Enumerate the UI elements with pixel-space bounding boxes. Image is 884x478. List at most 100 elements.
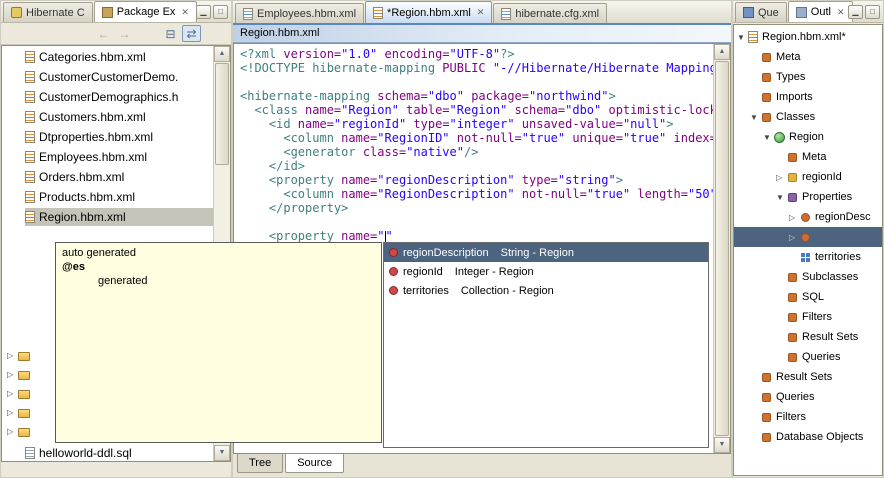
back-icon[interactable]: ← [94,25,113,42]
outline-item-region-hbm-xml[interactable]: ▼Region.hbm.xml* [734,27,882,47]
code-token: "Region" [341,103,399,117]
outline-label: Meta [802,151,826,163]
completion-item-regiondescription[interactable]: regionDescriptionString - Region [384,243,708,262]
tab-employees-hbm-xml[interactable]: Employees.hbm.xml [235,3,364,23]
outline-item-meta[interactable]: Meta [734,47,882,67]
close-icon[interactable]: ✕ [837,7,845,18]
twistie-icon[interactable]: ▷ [7,370,18,379]
folder-icon [18,409,30,418]
twistie-icon[interactable]: ▷ [7,351,18,360]
tab-label: Hibernate C [26,7,85,19]
scroll-up-button[interactable]: ▲ [214,46,230,62]
file-row-content: CustomerDemographics.h [25,88,213,106]
link-with-editor-icon[interactable]: ⇄ [182,25,201,42]
file-item-customerdemographics-h[interactable]: CustomerDemographics.h [2,87,213,107]
twistie-icon[interactable]: ▼ [737,33,748,42]
file-item-products-hbm-xml[interactable]: Products.hbm.xml [2,187,213,207]
tab-outl[interactable]: Outl✕ [788,1,853,22]
outline-label: Filters [802,311,832,323]
code-token: "true" [587,187,630,201]
twistie-icon[interactable]: ▷ [7,408,18,417]
outline-item-result-sets[interactable]: Result Sets [734,367,882,387]
file-item-categories-hbm-xml[interactable]: Categories.hbm.xml [2,47,213,67]
tab-que[interactable]: Que [735,2,787,22]
forward-icon[interactable]: → [115,25,134,42]
file-item-orders-hbm-xml[interactable]: Orders.hbm.xml [2,167,213,187]
code-line: <hibernate-mapping schema="dbo" package=… [240,89,713,103]
outline-item-queries[interactable]: Queries [734,347,882,367]
completion-item-regionid[interactable]: regionIdInteger - Region [384,262,708,281]
scroll-thumb[interactable] [215,63,229,165]
tab-hibernate-cfg-xml[interactable]: hibernate.cfg.xml [493,3,607,23]
twistie-icon[interactable]: ▼ [750,113,761,122]
file-label: Products.hbm.xml [39,190,135,204]
code-token: unsaved-value= [515,117,623,131]
file-item-region-hbm-xml[interactable]: Region.hbm.xml [2,207,213,227]
outline-item-filters[interactable]: Filters [734,307,882,327]
outline-label: Filters [776,411,806,423]
node-icon [762,93,771,102]
node-icon [762,373,771,382]
outline-label: Region [789,131,824,143]
outline-item-regiondesc[interactable]: ▷regionDesc [734,207,882,227]
outline-item-properties[interactable]: ▼Properties [734,187,882,207]
outline-item-subclasses[interactable]: Subclasses [734,267,882,287]
code-token: name= [341,173,377,187]
outline-item-filters[interactable]: Filters [734,407,882,427]
file-item-customers-hbm-xml[interactable]: Customers.hbm.xml [2,107,213,127]
outline-item-territories[interactable]: territories [734,247,882,267]
outline-item-sql[interactable]: SQL [734,287,882,307]
file-item-dtproperties-hbm-xml[interactable]: Dtproperties.hbm.xml [2,127,213,147]
twistie-icon[interactable]: ▷ [7,389,18,398]
twistie-icon[interactable]: ▷ [776,173,787,182]
twistie-icon[interactable]: ▼ [776,193,787,202]
scroll-down-button[interactable]: ▼ [714,437,730,453]
outline-item-classes[interactable]: ▼Classes [734,107,882,127]
maximize-view-button[interactable]: □ [865,5,880,19]
file-item-helloworld-ddl-sql[interactable]: helloworld-ddl.sql [2,443,213,462]
file-item-employees-hbm-xml[interactable]: Employees.hbm.xml [2,147,213,167]
view-window-buttons: ▁□ [848,5,880,19]
editor-bottom-tabs: TreeSource [233,454,731,477]
close-icon[interactable]: ✕ [477,7,485,18]
outline-item-queries[interactable]: Queries [734,387,882,407]
code-token: " [377,229,384,243]
code-token: <generator [240,145,363,159]
code-line: <?xml version="1.0" encoding="UTF-8"?> [240,47,713,61]
outline-item-meta[interactable]: Meta [734,147,882,167]
minimize-view-button[interactable]: ▁ [196,5,211,19]
collapse-all-icon[interactable]: ⊟ [161,25,180,42]
tab-hibernate-c[interactable]: Hibernate C [3,2,93,22]
outline-item-result-sets[interactable]: Result Sets [734,327,882,347]
completion-item-territories[interactable]: territoriesCollection - Region [384,281,708,300]
pkg-icon [102,7,113,18]
code-line: <column name="RegionID" not-null="true" … [240,131,713,145]
twistie-icon[interactable]: ▼ [763,133,774,142]
scroll-up-button[interactable]: ▲ [714,44,730,60]
outline-item-database-objects[interactable]: Database Objects [734,427,882,447]
tab-package-ex[interactable]: Package Ex✕ [94,1,197,22]
code-line: <generator class="native"/> [240,145,713,159]
sqldoc-icon [25,447,35,459]
twistie-icon[interactable]: ▷ [7,427,18,436]
code-token: index= [666,131,713,145]
outline-item-regionid[interactable]: ▷regionId [734,167,882,187]
minimize-view-button[interactable]: ▁ [848,5,863,19]
file-label: Dtproperties.hbm.xml [39,130,153,144]
tab-region-hbm-xml[interactable]: *Region.hbm.xml✕ [365,1,492,23]
editor-scrollbar[interactable]: ▲ ▼ [713,44,730,453]
outline-item-types[interactable]: Types [734,67,882,87]
scroll-down-button[interactable]: ▼ [214,445,230,461]
outline-item-imports[interactable]: Imports [734,87,882,107]
file-item-customercustomerdemo[interactable]: CustomerCustomerDemo. [2,67,213,87]
outline-item-region[interactable]: ▼ Region [734,127,882,147]
twistie-icon[interactable]: ▷ [789,233,800,242]
close-icon[interactable]: ✕ [181,7,189,18]
maximize-view-button[interactable]: □ [213,5,228,19]
twistie-icon[interactable]: ▷ [789,213,800,222]
outline-item-new-property[interactable]: ▷ [734,227,882,247]
tab-tree[interactable]: Tree [237,454,283,473]
scroll-thumb[interactable] [715,61,729,436]
props-icon [788,193,797,202]
tab-source[interactable]: Source [285,454,344,473]
